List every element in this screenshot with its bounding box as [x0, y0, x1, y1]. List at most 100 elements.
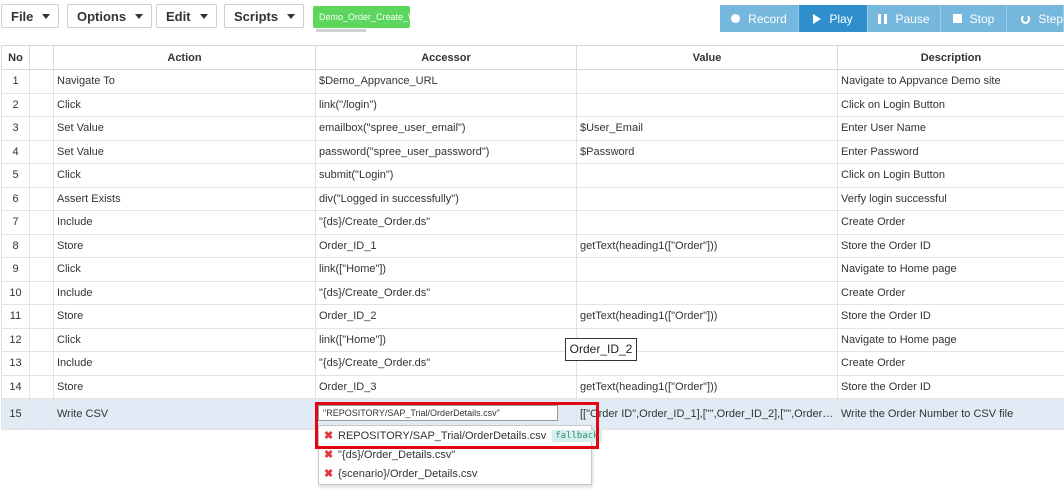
suggestion-item[interactable]: ✖ "{ds}/Order_Details.csv" — [319, 445, 591, 464]
description-cell[interactable]: Enter Password — [837, 139, 1064, 164]
accessor-cell[interactable]: "{ds}/Create_Order.ds" — [315, 210, 577, 235]
action-cell[interactable]: Write CSV — [53, 398, 316, 430]
description-cell[interactable]: Click on Login Button — [837, 163, 1064, 188]
accessor-cell[interactable]: emailbox("spree_user_email") — [315, 116, 577, 141]
accessor-cell[interactable]: "{ds}/Create_Order.ds" — [315, 351, 577, 376]
accessor-cell[interactable]: password("spree_user_password") — [315, 139, 577, 164]
action-cell[interactable]: Include — [53, 280, 316, 305]
description-cell[interactable]: Store the Order ID — [837, 233, 1064, 258]
file-menu-button[interactable]: File — [1, 4, 60, 28]
accessor-cell[interactable]: link(["Home"]) — [315, 257, 577, 282]
value-cell[interactable] — [576, 210, 838, 235]
value-cell[interactable] — [576, 257, 838, 282]
accessor-cell[interactable]: Order_ID_1 — [315, 233, 577, 258]
row-select-cell[interactable] — [29, 398, 54, 430]
row-select-cell[interactable] — [29, 116, 54, 141]
accessor-cell[interactable]: link("/login") — [315, 92, 577, 117]
row-select-cell[interactable] — [29, 163, 54, 188]
value-cell[interactable]: getText(heading1(["Order"])) — [576, 233, 838, 258]
action-cell[interactable]: Include — [53, 210, 316, 235]
value-cell[interactable] — [576, 163, 838, 188]
suggestion-item[interactable]: ✖ {scenario}/Order_Details.csv — [319, 464, 591, 483]
description-cell[interactable]: Store the Order ID — [837, 374, 1064, 399]
value-cell[interactable]: getText(heading1(["Order"])) — [576, 374, 838, 399]
table-row[interactable]: 14 Store Order_ID_3 getText(heading1(["O… — [1, 374, 1064, 399]
table-row[interactable]: 4 Set Value password("spree_user_passwor… — [1, 139, 1064, 164]
description-cell[interactable]: Store the Order ID — [837, 304, 1064, 329]
remove-x-icon[interactable]: ✖ — [324, 448, 333, 461]
play-button[interactable]: Play — [799, 5, 868, 32]
row-select-cell[interactable] — [29, 257, 54, 282]
column-header-action[interactable]: Action — [53, 45, 316, 70]
table-row[interactable]: 1 Navigate To $Demo_Appvance_URL Navigat… — [1, 69, 1064, 94]
accessor-cell[interactable]: Order_ID_3 — [315, 374, 577, 399]
stop-button[interactable]: Stop — [941, 5, 1007, 32]
column-header-value[interactable]: Value — [576, 45, 838, 70]
column-header-no[interactable]: No — [1, 45, 30, 70]
table-row[interactable]: 11 Store Order_ID_2 getText(heading1(["O… — [1, 304, 1064, 329]
table-row[interactable]: 7 Include "{ds}/Create_Order.ds" Create … — [1, 210, 1064, 235]
description-cell[interactable]: Create Order — [837, 210, 1064, 235]
description-cell[interactable]: Create Order — [837, 351, 1064, 376]
column-header-accessor[interactable]: Accessor — [315, 45, 577, 70]
row-select-cell[interactable] — [29, 327, 54, 352]
record-button[interactable]: Record — [720, 5, 799, 32]
action-cell[interactable]: Store — [53, 233, 316, 258]
accessor-cell[interactable]: link(["Home"]) — [315, 327, 577, 352]
accessor-cell[interactable]: div("Logged in successfully") — [315, 186, 577, 211]
table-row[interactable]: 12 Click link(["Home"]) Navigate to Home… — [1, 327, 1064, 352]
row-select-cell[interactable] — [29, 351, 54, 376]
action-cell[interactable]: Store — [53, 304, 316, 329]
action-cell[interactable]: Click — [53, 92, 316, 117]
table-row[interactable]: 2 Click link("/login") Click on Login Bu… — [1, 92, 1064, 117]
description-cell[interactable]: Navigate to Appvance Demo site — [837, 69, 1064, 94]
remove-x-icon[interactable]: ✖ — [324, 467, 333, 480]
row-select-cell[interactable] — [29, 233, 54, 258]
table-row[interactable]: 9 Click link(["Home"]) Navigate to Home … — [1, 257, 1064, 282]
accessor-edit-input[interactable]: "REPOSITORY/SAP_Trial/OrderDetails.csv" — [318, 405, 558, 421]
value-cell[interactable]: getText(heading1(["Order"])) — [576, 304, 838, 329]
table-row[interactable]: 3 Set Value emailbox("spree_user_email")… — [1, 116, 1064, 141]
description-cell[interactable]: Navigate to Home page — [837, 327, 1064, 352]
value-cell[interactable]: [["Order ID",Order_ID_1],["",Order_ID_2]… — [576, 398, 838, 430]
value-cell[interactable] — [576, 280, 838, 305]
row-select-cell[interactable] — [29, 374, 54, 399]
table-row[interactable]: 10 Include "{ds}/Create_Order.ds" Create… — [1, 280, 1064, 305]
table-row[interactable]: 6 Assert Exists div("Logged in successfu… — [1, 186, 1064, 211]
edit-menu-button[interactable]: Edit — [156, 4, 217, 28]
accessor-cell[interactable]: "{ds}/Create_Order.ds" — [315, 280, 577, 305]
row-select-cell[interactable] — [29, 69, 54, 94]
action-cell[interactable]: Click — [53, 163, 316, 188]
action-cell[interactable]: Set Value — [53, 139, 316, 164]
suggestion-item[interactable]: ✖ REPOSITORY/SAP_Trial/OrderDetails.csv … — [319, 426, 602, 445]
script-tab[interactable]: Demo_Order_Create_Write — [313, 6, 410, 28]
value-cell[interactable]: $Password — [576, 139, 838, 164]
options-menu-button[interactable]: Options — [67, 4, 153, 28]
description-cell[interactable]: Write the Order Number to CSV file — [837, 398, 1064, 430]
table-row[interactable]: 5 Click submit("Login") Click on Login B… — [1, 163, 1064, 188]
scripts-menu-button[interactable]: Scripts — [224, 4, 305, 28]
action-cell[interactable]: Set Value — [53, 116, 316, 141]
row-select-cell[interactable] — [29, 304, 54, 329]
table-row[interactable]: 8 Store Order_ID_1 getText(heading1(["Or… — [1, 233, 1064, 258]
action-cell[interactable]: Assert Exists — [53, 186, 316, 211]
step-button[interactable]: Step — [1007, 5, 1064, 32]
description-cell[interactable]: Verfy login successful — [837, 186, 1064, 211]
description-cell[interactable]: Enter User Name — [837, 116, 1064, 141]
action-cell[interactable]: Include — [53, 351, 316, 376]
action-cell[interactable]: Store — [53, 374, 316, 399]
row-select-cell[interactable] — [29, 280, 54, 305]
row-select-cell[interactable] — [29, 92, 54, 117]
description-cell[interactable]: Navigate to Home page — [837, 257, 1064, 282]
action-cell[interactable]: Click — [53, 327, 316, 352]
row-select-cell[interactable] — [29, 139, 54, 164]
row-select-cell[interactable] — [29, 186, 54, 211]
action-cell[interactable]: Click — [53, 257, 316, 282]
accessor-cell[interactable]: submit("Login") — [315, 163, 577, 188]
accessor-cell[interactable]: Order_ID_2 — [315, 304, 577, 329]
action-cell[interactable]: Navigate To — [53, 69, 316, 94]
row-select-cell[interactable] — [29, 210, 54, 235]
table-row[interactable]: 13 Include "{ds}/Create_Order.ds" Create… — [1, 351, 1064, 376]
value-cell[interactable]: $User_Email — [576, 116, 838, 141]
description-cell[interactable]: Click on Login Button — [837, 92, 1064, 117]
